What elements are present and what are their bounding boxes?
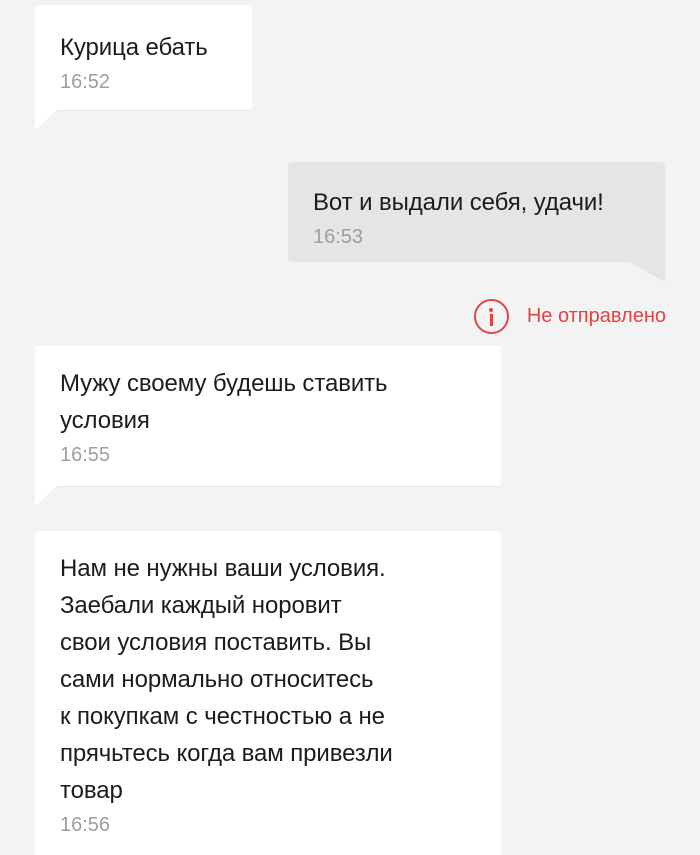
- message-time: 16:53: [313, 226, 364, 248]
- message-bubble-outgoing[interactable]: Вот и выдали себя, удачи! 16:53: [288, 162, 665, 282]
- message-time: 16:56: [60, 814, 111, 836]
- message-time: 16:52: [60, 71, 111, 93]
- chat-thread: Курица ебать 16:52 Вот и выдали себя, уд…: [0, 0, 700, 855]
- message-text: Курица ебать: [60, 34, 208, 61]
- message-text: Мужу своему будешь ставить условия: [60, 370, 388, 434]
- message-bubble-incoming[interactable]: Нам не нужны ваши условия. Заебали кажды…: [35, 531, 501, 855]
- message-send-status[interactable]: Не отправлено: [473, 299, 666, 334]
- info-circle-icon: [473, 299, 509, 334]
- not-sent-label: Не отправлено: [526, 305, 666, 327]
- message-text: Вот и выдали себя, удачи!: [313, 189, 604, 216]
- message-bubble-incoming[interactable]: Курица ебать 16:52: [35, 5, 252, 130]
- message-bubble-incoming[interactable]: Мужу своему будешь ставить условия 16:55: [35, 346, 501, 506]
- message-text: Нам не нужны ваши условия. Заебали кажды…: [60, 555, 393, 804]
- message-time: 16:55: [60, 444, 111, 466]
